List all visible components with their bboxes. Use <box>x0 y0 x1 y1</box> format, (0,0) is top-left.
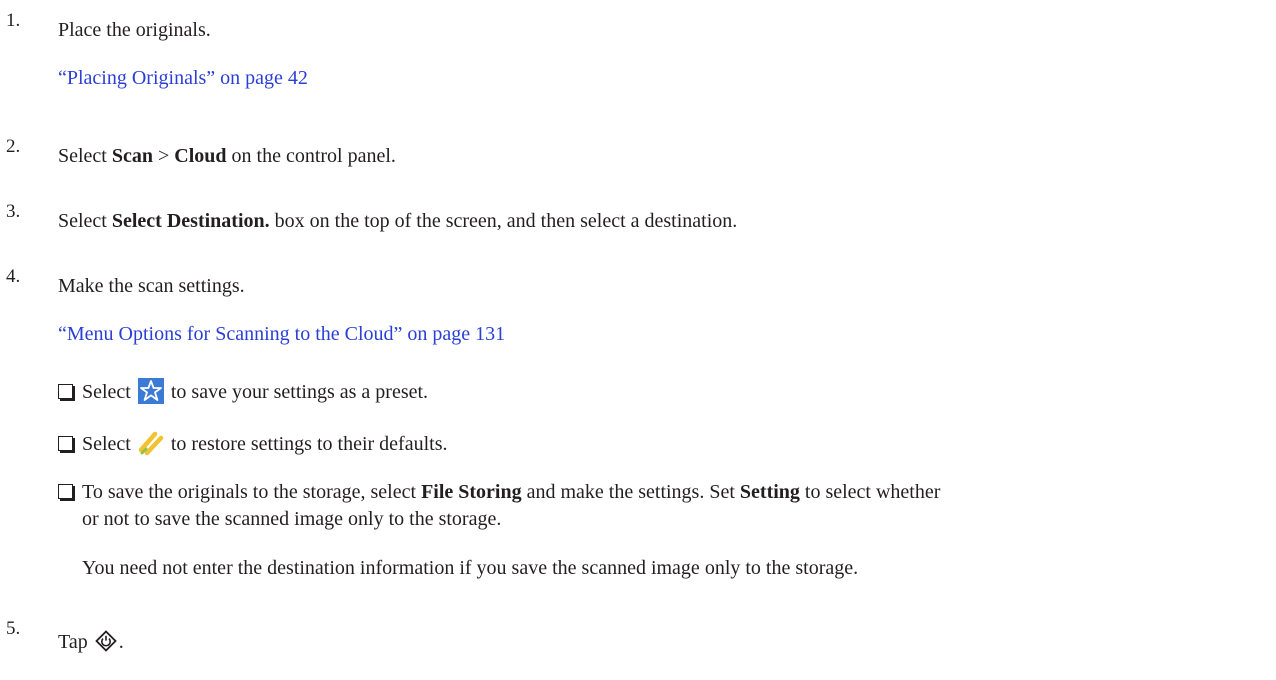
step-number: 3. <box>6 201 21 222</box>
text: To save the originals to the storage, se… <box>82 481 422 503</box>
step-text: Select Scan > Cloud on the control panel… <box>58 144 396 168</box>
checkbox-bullet <box>58 484 73 499</box>
step-text: Place the originals. <box>58 19 211 41</box>
bold-scan: Scan <box>111 145 153 167</box>
text: > <box>153 145 175 167</box>
step-text: Make the scan settings. <box>58 275 245 297</box>
link-placing-originals[interactable]: “Placing Originals” on page 42 <box>58 66 308 90</box>
bullet-preset: Select to save your settings as a preset… <box>58 378 428 410</box>
text: Tap <box>58 631 93 653</box>
text: to restore settings to their defaults. <box>165 433 448 455</box>
bold-setting: Setting <box>739 481 800 503</box>
text: Select <box>58 145 112 167</box>
link-menu-options-cloud[interactable]: “Menu Options for Scanning to the Cloud”… <box>58 322 505 346</box>
text: Select <box>58 210 112 232</box>
bullet-defaults: Select to restore settings to their defa… <box>58 430 447 462</box>
start-diamond-icon <box>94 630 117 658</box>
step-text: Select Select Destination. box on the to… <box>58 209 737 233</box>
step-text: Tap . <box>58 630 124 658</box>
checkbox-bullet <box>58 384 73 399</box>
bold-file-storing: File Storing <box>421 481 522 503</box>
checkbox-bullet <box>58 436 73 451</box>
bold-cloud: Cloud <box>174 145 227 167</box>
text: to select whether <box>799 481 941 503</box>
step-number: 1. <box>6 10 21 31</box>
text: to save your settings as a preset. <box>165 381 429 403</box>
star-icon <box>137 378 164 410</box>
step-number: 4. <box>6 266 21 287</box>
text: . <box>118 631 124 653</box>
text: box on the top of the screen, and then s… <box>269 210 738 232</box>
step-number: 5. <box>6 618 21 639</box>
bullet-file-storing-note: You need not enter the destination infor… <box>82 557 859 579</box>
text: Select <box>82 381 136 403</box>
text: and make the settings. Set <box>521 481 740 503</box>
bullet-file-storing-line2: or not to save the scanned image only to… <box>82 508 502 530</box>
step-number: 2. <box>6 136 21 157</box>
text: on the control panel. <box>226 145 396 167</box>
restore-icon <box>137 430 164 462</box>
text: Select <box>82 433 136 455</box>
bullet-file-storing: To save the originals to the storage, se… <box>58 480 940 504</box>
bold-select-destination: Select Destination. <box>111 210 270 232</box>
